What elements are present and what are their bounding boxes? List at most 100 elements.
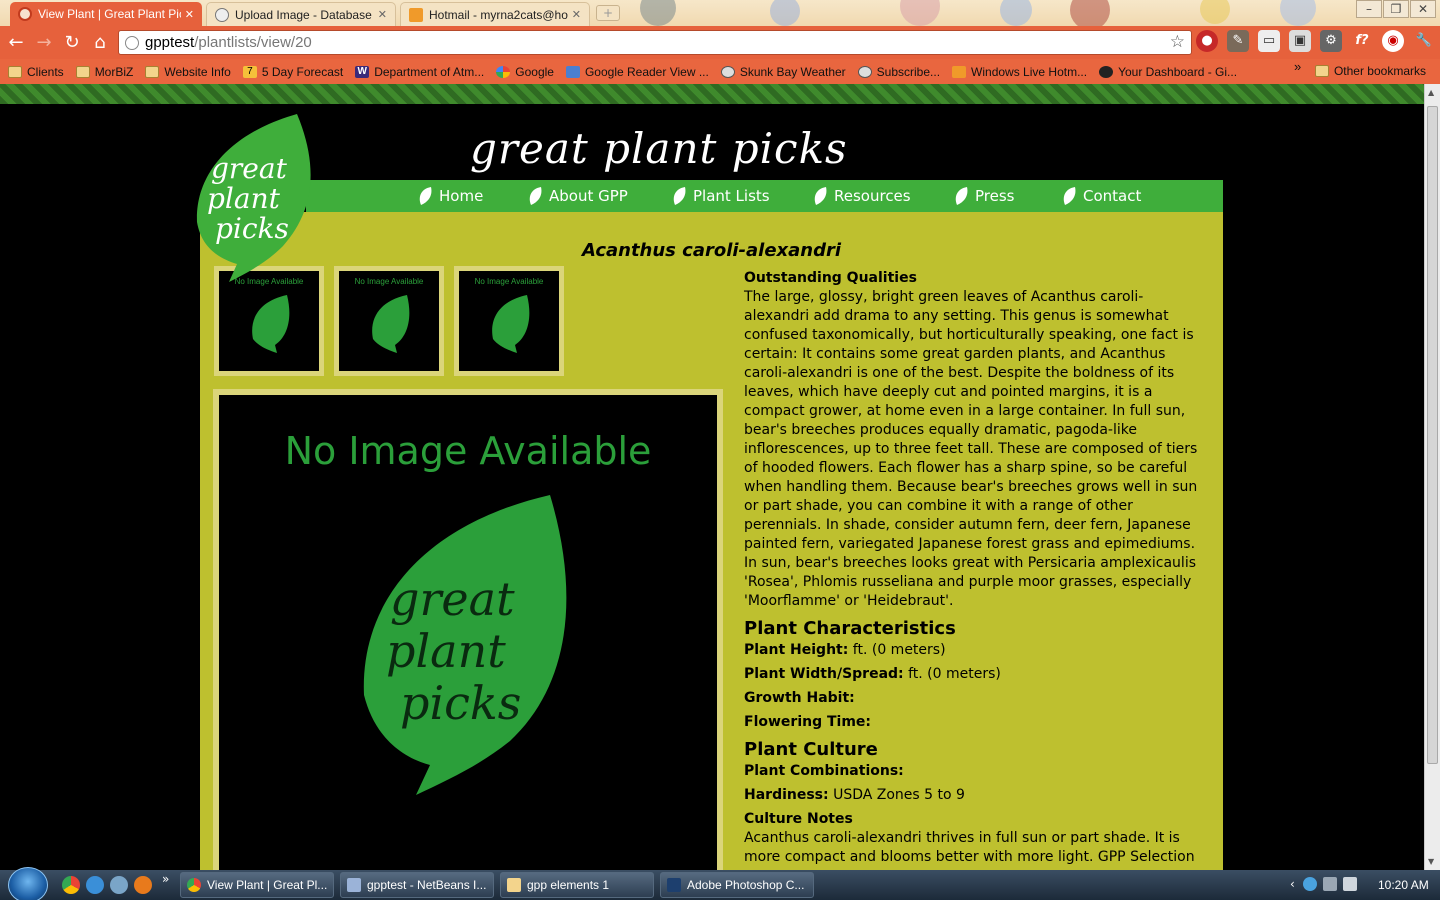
window-resizer-icon[interactable]: ▣	[1289, 30, 1311, 52]
thumbnail-image[interactable]: No Image Available	[214, 266, 324, 376]
quick-launch-overflow[interactable]: »	[162, 872, 169, 886]
plant-combinations-label: Plant Combinations:	[744, 763, 904, 779]
forward-button[interactable]: →	[30, 29, 58, 57]
nav-press[interactable]: Press	[954, 180, 1014, 212]
bookmark-website-info[interactable]: Website Info	[139, 65, 236, 79]
bookmark-your-dashboard[interactable]: Your Dashboard - Gi...	[1093, 65, 1243, 79]
globe-icon	[720, 65, 735, 78]
minimize-button[interactable]: –	[1356, 0, 1382, 18]
tray-expand-chevron-icon[interactable]: ‹	[1290, 877, 1295, 891]
settings-gear-icon[interactable]: ⚙	[1320, 30, 1342, 52]
hotmail-icon	[409, 7, 423, 22]
tab-view-plant[interactable]: View Plant | Great Plant Pick ✕	[10, 2, 202, 26]
maximize-button[interactable]: ❐	[1383, 0, 1409, 18]
other-bookmarks[interactable]: Other bookmarks	[1309, 64, 1432, 78]
nav-about-gpp[interactable]: About GPP	[528, 180, 628, 212]
leaf-logo-icon: great plant picks	[363, 495, 567, 795]
bookmarks-overflow-chevron[interactable]: »	[1294, 59, 1301, 74]
chrome-icon	[187, 878, 201, 892]
bookmark-label: Your Dashboard - Gi...	[1118, 64, 1238, 79]
leaf-logo-icon	[372, 295, 410, 353]
task-netbeans[interactable]: gpptest - NetBeans I...	[340, 872, 494, 898]
task-chrome-view-plant[interactable]: View Plant | Great Pl...	[180, 872, 334, 898]
close-icon[interactable]: ✕	[378, 8, 387, 21]
firefox-icon[interactable]	[134, 876, 152, 894]
ruler-extension-icon[interactable]: ▭	[1258, 30, 1280, 52]
flowering-time-label: Flowering Time:	[744, 714, 872, 730]
nav-contact[interactable]: Contact	[1062, 180, 1141, 212]
scrollbar-thumb[interactable]	[1427, 106, 1438, 764]
bookmark-star-icon[interactable]: ☆	[1170, 32, 1185, 52]
close-icon[interactable]: ✕	[185, 8, 194, 21]
vertical-scrollbar[interactable]: ▲ ▼	[1424, 84, 1440, 870]
bookmark-department-atm[interactable]: W Department of Atm...	[349, 65, 490, 79]
tray-app-icon[interactable]	[1302, 877, 1317, 891]
tab-upload-image[interactable]: Upload Image - Database A ✕	[206, 2, 396, 26]
field-value: ft. (0 meters)	[903, 666, 1001, 682]
network-icon[interactable]	[1322, 877, 1337, 891]
internet-explorer-icon[interactable]	[86, 876, 104, 894]
nav-home[interactable]: Home	[418, 180, 483, 212]
address-bar[interactable]: gpptest/plantlists/view/20 ☆	[118, 30, 1192, 55]
stop-extension-icon[interactable]: ●	[1196, 30, 1218, 52]
task-label: Adobe Photoshop C...	[687, 878, 805, 892]
leaf-logo-icon	[492, 295, 530, 353]
tab-strip: View Plant | Great Plant Pick ✕ Upload I…	[0, 0, 1440, 26]
close-icon[interactable]: ✕	[572, 8, 581, 21]
volume-icon[interactable]	[1342, 877, 1357, 891]
close-window-button[interactable]: ✕	[1410, 0, 1436, 18]
chrome-icon[interactable]	[62, 876, 80, 894]
bookmark-5-day-forecast[interactable]: 7 5 Day Forecast	[237, 65, 349, 79]
folder-icon	[75, 65, 90, 78]
field-label: Plant Width/Spread:	[744, 666, 904, 682]
firebug-function-icon[interactable]: f?	[1351, 30, 1373, 52]
w-icon: W	[355, 65, 370, 78]
netbeans-icon	[347, 878, 361, 892]
wrench-menu-icon[interactable]: 🔧	[1413, 30, 1435, 52]
task-gpp-elements[interactable]: gpp elements 1	[500, 872, 654, 898]
plant-name-heading: Acanthus caroli-alexandri	[581, 240, 842, 261]
bookmark-label: Other bookmarks	[1333, 64, 1426, 78]
main-image-caption: No Image Available	[284, 429, 652, 473]
leaf-icon	[814, 187, 827, 205]
chrome-extension-icon[interactable]: ◉	[1382, 30, 1404, 52]
page-info-icon[interactable]	[125, 35, 139, 50]
system-tray: ‹	[1290, 877, 1363, 891]
quick-launch	[62, 876, 158, 894]
growth-habit-label: Growth Habit:	[744, 690, 855, 706]
thumbnail-image[interactable]: No Image Available	[454, 266, 564, 376]
culture-heading: Plant Culture	[744, 739, 878, 760]
bookmark-windows-live-hotmail[interactable]: Windows Live Hotm...	[946, 65, 1093, 79]
scroll-down-arrow-icon[interactable]: ▼	[1428, 857, 1434, 866]
taskbar-clock[interactable]: 10:20 AM	[1378, 878, 1429, 892]
site-nav: Home About GPP Plant Lists Resources Pre…	[306, 180, 1223, 212]
main-plant-image: No Image Available great plant picks	[213, 389, 723, 870]
nav-resources[interactable]: Resources	[813, 180, 911, 212]
back-button[interactable]: ←	[2, 29, 30, 57]
nav-plant-lists[interactable]: Plant Lists	[672, 180, 770, 212]
bookmark-clients[interactable]: Clients	[0, 65, 70, 79]
tab-hotmail[interactable]: Hotmail - myrna2cats@hot ✕	[400, 2, 590, 26]
field-label: Hardiness:	[744, 787, 829, 803]
characteristics-heading: Plant Characteristics	[744, 618, 956, 639]
reload-button[interactable]: ↻	[58, 29, 86, 57]
scroll-up-arrow-icon[interactable]: ▲	[1428, 88, 1434, 97]
home-button[interactable]: ⌂	[86, 29, 114, 57]
start-orb-icon[interactable]	[8, 867, 48, 900]
task-label: gpp elements 1	[527, 878, 610, 892]
bookmark-skunk-bay-weather[interactable]: Skunk Bay Weather	[715, 65, 852, 79]
tab-title: Upload Image - Database A	[235, 7, 374, 22]
bookmark-morbiz[interactable]: MorBiZ	[70, 65, 140, 79]
bookmark-label: Department of Atm...	[374, 64, 485, 79]
globe-icon	[215, 7, 229, 22]
new-tab-button[interactable]: +	[596, 5, 620, 21]
thumbnail-image[interactable]: No Image Available	[334, 266, 444, 376]
bookmark-google[interactable]: Google	[490, 65, 560, 79]
page-viewport: great plant picks Home About GPP Plant L…	[0, 84, 1424, 870]
site-logo[interactable]: great plant picks	[193, 112, 319, 282]
bookmark-google-reader[interactable]: Google Reader View ...	[560, 65, 715, 79]
eyedropper-extension-icon[interactable]: ✎	[1227, 30, 1249, 52]
task-photoshop[interactable]: Adobe Photoshop C...	[660, 872, 814, 898]
bookmark-subscribe[interactable]: Subscribe...	[852, 65, 946, 79]
globe-icon[interactable]	[110, 876, 128, 894]
